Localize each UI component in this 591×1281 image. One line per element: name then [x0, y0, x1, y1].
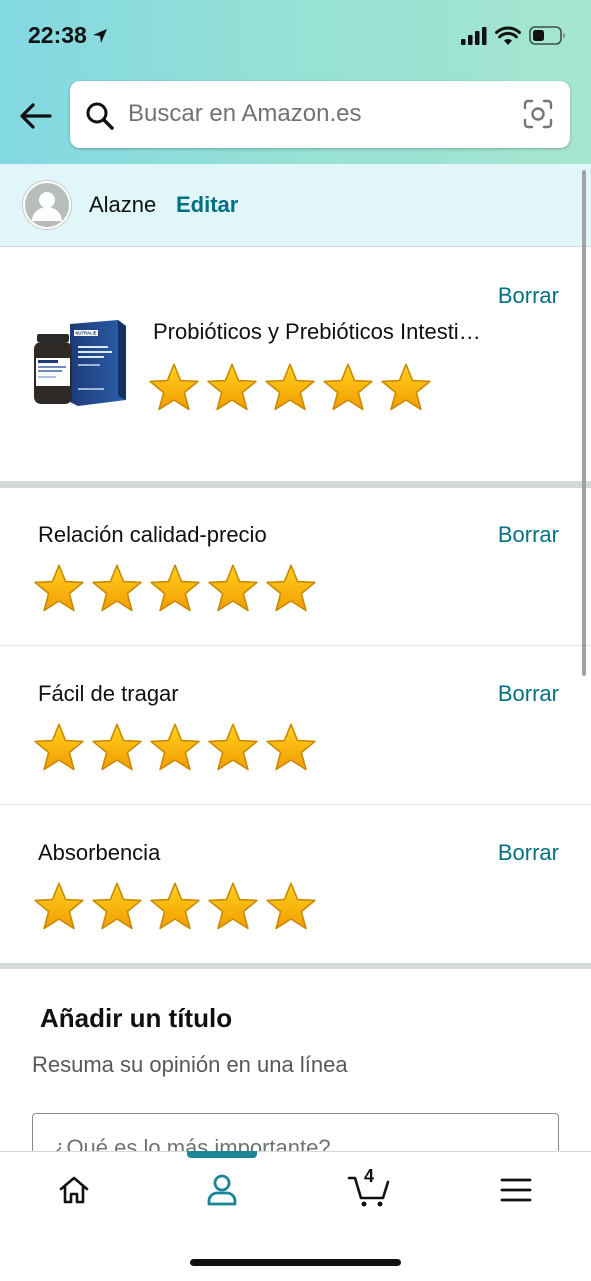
- attribute-delete-link[interactable]: Borrar: [498, 681, 559, 707]
- user-avatar-icon: [25, 183, 69, 227]
- section-divider: [0, 963, 591, 969]
- star-icon[interactable]: [262, 362, 318, 414]
- tab-home[interactable]: [44, 1170, 104, 1210]
- cart-count-badge: 4: [364, 1166, 375, 1186]
- star-icon[interactable]: [205, 722, 261, 774]
- tab-profile[interactable]: [192, 1170, 252, 1210]
- scrollbar[interactable]: [582, 170, 586, 676]
- star-icon[interactable]: [205, 563, 261, 615]
- attribute-label: Absorbencia: [38, 840, 161, 865]
- search-input[interactable]: [128, 95, 498, 133]
- star-icon[interactable]: [31, 881, 87, 933]
- star-icon[interactable]: [378, 362, 434, 414]
- back-button[interactable]: [14, 96, 58, 136]
- camera-scan-icon[interactable]: [523, 99, 553, 129]
- star-icon[interactable]: [205, 881, 261, 933]
- product-title: Probióticos y Prebióticos Intesti…: [153, 319, 481, 344]
- edit-profile-link[interactable]: Editar: [176, 192, 238, 218]
- menu-icon: [500, 1178, 532, 1202]
- star-icon[interactable]: [146, 362, 202, 414]
- tab-menu[interactable]: [486, 1170, 546, 1210]
- tab-cart[interactable]: 4: [340, 1166, 400, 1210]
- attribute-label: Fácil de tragar: [38, 681, 179, 706]
- avatar: [22, 180, 72, 230]
- product-image: NUTRALIE: [32, 318, 128, 408]
- search-box[interactable]: [70, 81, 570, 148]
- home-indicator: [190, 1259, 401, 1266]
- product-star-rating[interactable]: [146, 362, 436, 414]
- battery-icon: [529, 26, 565, 45]
- user-bar: Alazne Editar: [0, 164, 591, 247]
- product-brand-text: NUTRALIE: [75, 331, 96, 336]
- star-icon[interactable]: [147, 563, 203, 615]
- attribute-label: Relación calidad-precio: [38, 522, 267, 547]
- back-arrow-icon: [20, 103, 52, 129]
- attribute-delete-link[interactable]: Borrar: [498, 522, 559, 548]
- user-name: Alazne: [89, 192, 157, 217]
- attribute-delete-link[interactable]: Borrar: [498, 840, 559, 866]
- attribute-star-rating[interactable]: [31, 722, 321, 774]
- star-icon[interactable]: [89, 722, 145, 774]
- profile-icon: [207, 1174, 237, 1206]
- attribute-star-rating[interactable]: [31, 881, 321, 933]
- star-icon[interactable]: [263, 563, 319, 615]
- star-icon[interactable]: [147, 881, 203, 933]
- attribute-star-rating[interactable]: [31, 563, 321, 615]
- star-icon[interactable]: [89, 881, 145, 933]
- row-divider: [0, 804, 591, 805]
- wifi-icon: [495, 26, 521, 45]
- star-icon[interactable]: [31, 563, 87, 615]
- star-icon[interactable]: [263, 722, 319, 774]
- status-time-text: 22:38: [28, 22, 87, 48]
- review-title-heading: Añadir un título: [40, 1003, 233, 1033]
- star-icon[interactable]: [320, 362, 376, 414]
- star-icon[interactable]: [147, 722, 203, 774]
- section-divider: [0, 481, 591, 488]
- active-tab-indicator: [187, 1151, 257, 1158]
- product-delete-link[interactable]: Borrar: [498, 283, 559, 309]
- star-icon[interactable]: [204, 362, 260, 414]
- star-icon[interactable]: [263, 881, 319, 933]
- row-divider: [0, 645, 591, 646]
- star-icon[interactable]: [89, 563, 145, 615]
- search-icon: [86, 102, 114, 130]
- star-icon[interactable]: [31, 722, 87, 774]
- home-icon: [59, 1176, 89, 1204]
- status-time: 22:38: [28, 22, 109, 49]
- app-header: 22:38: [0, 0, 591, 164]
- review-title-subheading: Resuma su opinión en una línea: [32, 1052, 348, 1077]
- signal-icon: [461, 26, 487, 45]
- status-icons: [461, 26, 567, 45]
- location-icon: [92, 29, 107, 43]
